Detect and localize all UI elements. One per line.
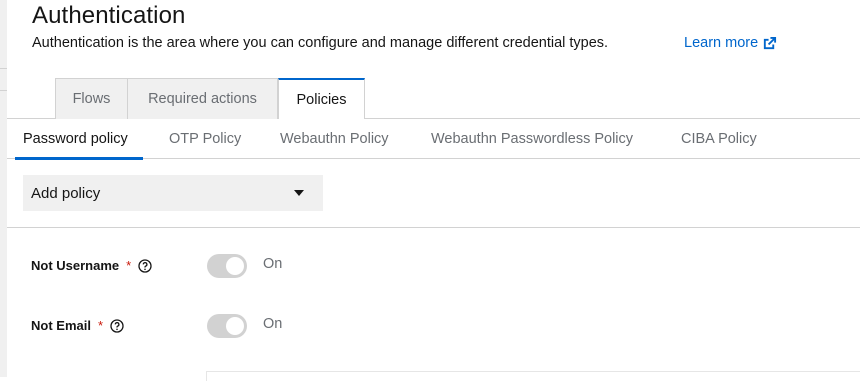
subtab-ciba-policy[interactable]: CIBA Policy [681,119,757,159]
tab-label: Required actions [148,91,257,107]
subtab-label: OTP Policy [169,131,242,147]
tab-required-actions[interactable]: Required actions [128,78,278,119]
tab-label: Flows [72,91,111,107]
subtab-label: Password policy [23,131,128,147]
next-field-partial[interactable] [206,371,860,381]
subtab-label: CIBA Policy [681,131,757,147]
edge-divider [0,90,7,91]
subtab-webauthn-policy[interactable]: Webauthn Policy [280,119,389,159]
field-label-text: Not Email [31,318,91,333]
add-policy-label: Add policy [31,184,101,202]
page-description: Authentication is the area where you can… [32,35,609,51]
not-email-toggle[interactable] [207,314,247,338]
toggle-knob [226,257,244,275]
policy-sub-tabs: Password policy OTP Policy Webauthn Poli… [7,119,860,160]
subtab-label: Webauthn Policy [280,131,389,147]
required-marker: * [126,258,132,273]
subtab-password-policy[interactable]: Password policy [15,119,143,160]
caret-down-icon [294,190,304,196]
toggle-knob [226,317,244,335]
toggle-state-label: On [263,316,283,332]
help-icon[interactable] [110,318,124,333]
toggle-state-label: On [263,256,283,272]
subtab-webauthn-passwordless-policy[interactable]: Webauthn Passwordless Policy [431,119,633,159]
learn-more-link[interactable]: Learn more [684,35,777,51]
field-label-text: Not Username [31,258,120,273]
tab-policies[interactable]: Policies [278,78,365,120]
add-policy-dropdown[interactable]: Add policy [23,175,323,211]
subtab-label: Webauthn Passwordless Policy [431,131,634,147]
policy-row-not-email: Not Email * On [31,314,331,338]
learn-more-label: Learn more [684,35,759,51]
tab-flows[interactable]: Flows [55,78,128,119]
policy-row-not-username: Not Username * On [31,254,331,278]
page-title: Authentication [32,2,186,29]
main-tabs: Flows Required actions Policies [7,78,860,120]
not-username-toggle[interactable] [207,254,247,278]
tab-label: Policies [296,92,347,108]
edge-divider [0,68,7,69]
external-link-icon [764,36,777,49]
subtab-otp-policy[interactable]: OTP Policy [169,119,241,159]
section-divider [7,227,860,228]
left-edge-strip [0,0,7,377]
field-label: Not Email * [31,318,124,333]
required-marker: * [97,318,104,333]
field-label: Not Username * [31,258,152,273]
help-icon[interactable] [138,258,152,273]
page-header: Authentication Authentication is the are… [7,0,860,78]
